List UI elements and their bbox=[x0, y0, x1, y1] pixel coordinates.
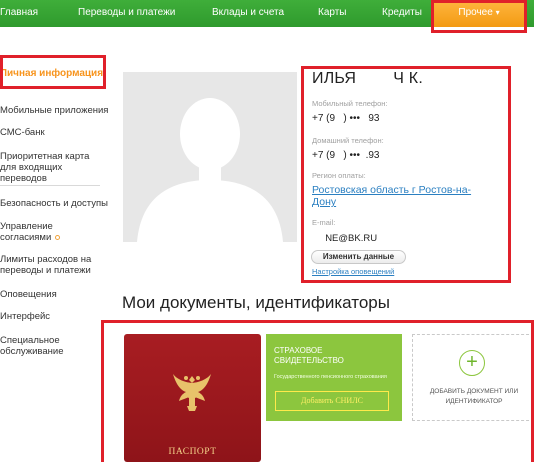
user-silhouette-icon bbox=[137, 98, 283, 242]
nav-deposits[interactable]: Вклады и счета bbox=[212, 0, 284, 27]
new-indicator-icon bbox=[55, 234, 61, 240]
nav-home[interactable]: Главная bbox=[0, 0, 38, 27]
documents-title: Мои документы, идентификаторы bbox=[122, 293, 390, 312]
nav-credits[interactable]: Кредиты bbox=[382, 0, 422, 27]
sidebar-divider bbox=[0, 185, 100, 186]
sidebar-item-label: Управление согласиями bbox=[0, 221, 53, 243]
sidebar-item-consents[interactable]: Управление согласиями bbox=[0, 221, 90, 243]
sidebar-item-special-service[interactable]: Специальное обслуживание bbox=[0, 335, 80, 357]
avatar bbox=[123, 72, 297, 242]
highlight-personal-info bbox=[0, 55, 106, 89]
sidebar-item-security[interactable]: Безопасность и доступы bbox=[0, 198, 108, 209]
highlight-nav-other bbox=[431, 0, 527, 33]
nav-transfers[interactable]: Переводы и платежи bbox=[78, 0, 175, 27]
highlight-profile-info bbox=[301, 66, 511, 283]
sidebar-item-sms-bank[interactable]: СМС-банк bbox=[0, 127, 45, 138]
highlight-documents bbox=[101, 320, 534, 462]
sidebar-item-notifications[interactable]: Оповещения bbox=[0, 289, 57, 300]
sidebar-item-priority-card[interactable]: Приоритетная карта для входящих переводо… bbox=[0, 151, 104, 184]
sidebar-item-mobile-apps[interactable]: Мобильные приложения bbox=[0, 105, 108, 116]
sidebar-item-limits[interactable]: Лимиты расходов на переводы и платежи bbox=[0, 254, 108, 276]
sidebar-item-interface[interactable]: Интерфейс bbox=[0, 311, 50, 322]
nav-cards[interactable]: Карты bbox=[318, 0, 347, 27]
